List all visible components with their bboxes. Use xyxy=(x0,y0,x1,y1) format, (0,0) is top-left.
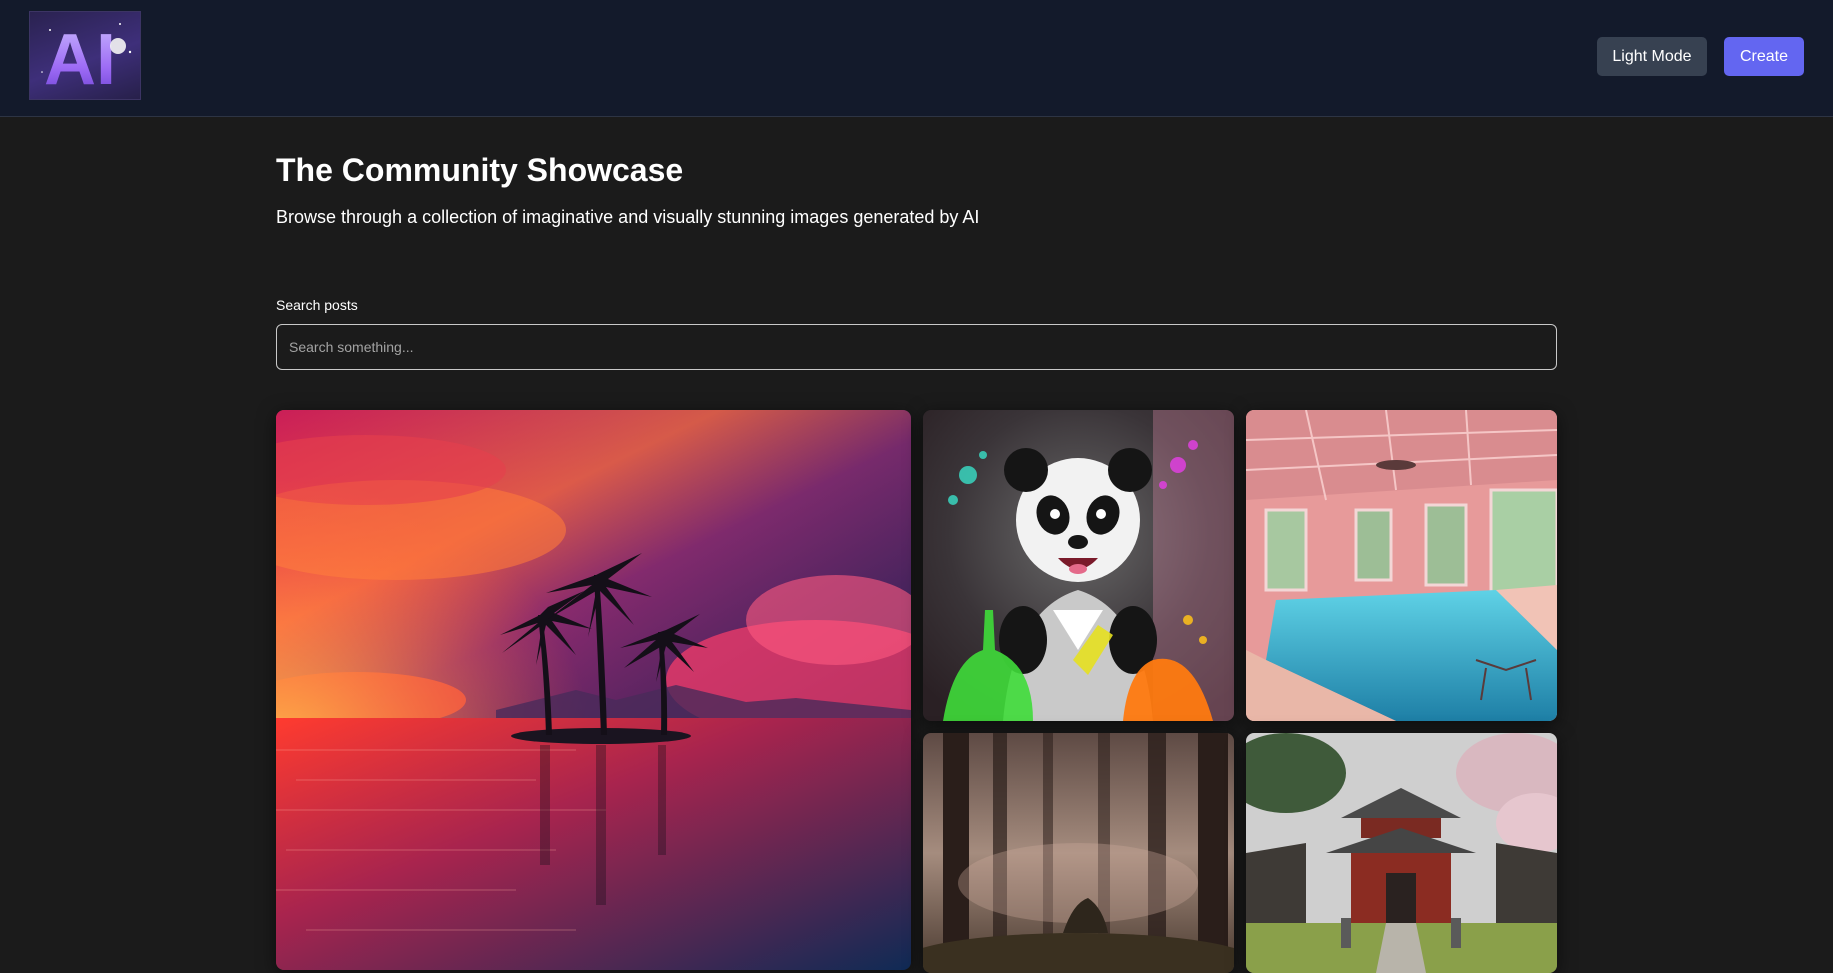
light-mode-button[interactable]: Light Mode xyxy=(1597,37,1707,76)
temple-image xyxy=(1246,733,1557,973)
logo[interactable]: AI xyxy=(29,11,141,100)
top-navbar: AI Light Mode Create xyxy=(0,0,1833,117)
gallery-card-pool[interactable] xyxy=(1246,410,1557,721)
panda-image xyxy=(923,410,1234,721)
gallery-card-forest[interactable] xyxy=(923,733,1234,973)
forest-image xyxy=(923,733,1234,973)
create-button[interactable]: Create xyxy=(1724,37,1804,76)
page-subtitle: Browse through a collection of imaginati… xyxy=(276,207,980,227)
logo-art: AI xyxy=(41,20,132,100)
page-title: The Community Showcase xyxy=(276,152,684,188)
search-input[interactable] xyxy=(276,324,1557,370)
logo-text: AI xyxy=(44,20,116,100)
gallery-card-panda[interactable] xyxy=(923,410,1234,721)
sunset-image xyxy=(276,410,911,970)
pool-image xyxy=(1246,410,1557,721)
gallery-card-temple[interactable] xyxy=(1246,733,1557,973)
search-label: Search posts xyxy=(276,297,358,313)
gallery-card-sunset[interactable] xyxy=(276,410,911,970)
